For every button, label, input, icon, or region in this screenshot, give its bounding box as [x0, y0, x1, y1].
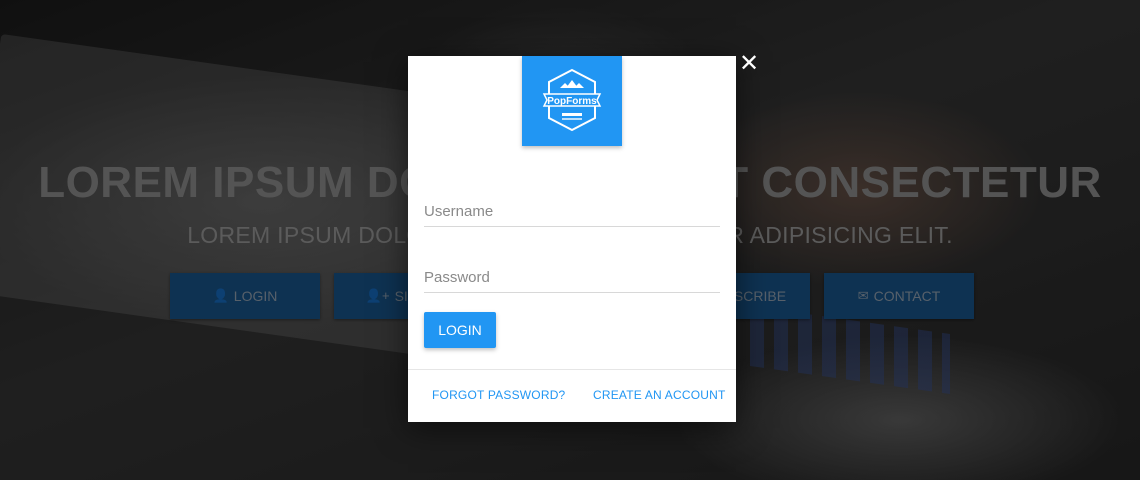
password-field[interactable] — [424, 262, 720, 293]
login-button[interactable]: LOGIN — [424, 312, 496, 348]
logo-text: PopForms — [547, 96, 597, 107]
forgot-password-link[interactable]: FORGOT PASSWORD? — [432, 388, 565, 402]
login-modal: PopForms LOGIN FORGOT PASSWORD? CREATE A… — [408, 56, 736, 422]
create-account-link[interactable]: CREATE AN ACCOUNT — [593, 388, 726, 402]
close-icon[interactable]: ✕ — [738, 52, 760, 76]
username-field[interactable] — [424, 196, 720, 227]
popforms-logo: PopForms — [522, 56, 622, 146]
modal-footer-divider — [408, 369, 736, 370]
